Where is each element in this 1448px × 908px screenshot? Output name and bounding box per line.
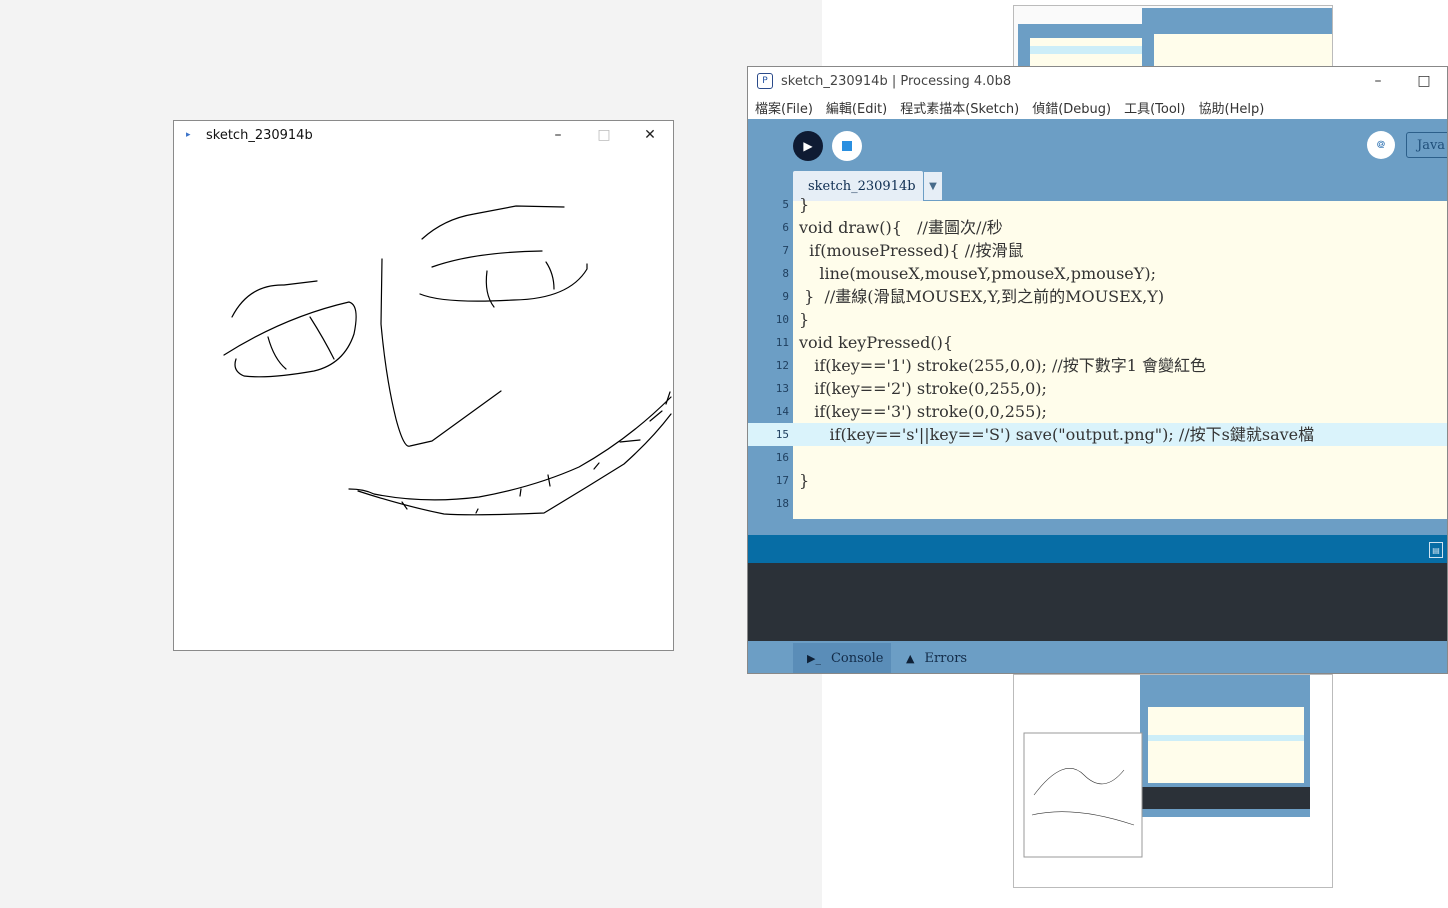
line-number: 9 (782, 290, 789, 303)
menu-file[interactable]: 檔案(File) (755, 98, 813, 117)
menu-sketch[interactable]: 程式素描本(Sketch) (900, 98, 1019, 117)
run-button[interactable]: ▶ (793, 131, 823, 161)
code-line: } //畫線(滑鼠MOUSEX,Y,到之前的MOUSEX,Y) (799, 287, 1165, 306)
line-number: 12 (775, 359, 789, 372)
background-window-thumbnail-top (1013, 5, 1333, 69)
errors-tab-label: Errors (924, 650, 968, 666)
line-number: 18 (775, 497, 789, 510)
stop-button[interactable] (832, 131, 862, 161)
code-line: } (799, 195, 810, 214)
menu-tool[interactable]: 工具(Tool) (1124, 98, 1185, 117)
code-line: void keyPressed(){ (799, 333, 953, 352)
line-number-gutter: 5 6 7 8 9 10 11 12 13 14 15 16 17 18 (748, 198, 793, 519)
sketch-titlebar: ▸ sketch_230914b – □ ✕ (174, 121, 673, 149)
line-number: 13 (775, 382, 789, 395)
menu-bar: 檔案(File) 編輯(Edit) 程式素描本(Sketch) 偵錯(Debug… (748, 95, 1447, 120)
sketch-drawing-canvas[interactable] (174, 149, 673, 650)
line-number: 8 (782, 267, 789, 280)
code-line: } (799, 471, 810, 490)
errors-tab[interactable]: ▲ Errors (906, 643, 967, 673)
processing-app-icon: ▸ (186, 130, 191, 140)
code-line: void draw(){ //畫圖次//秒 (799, 218, 1003, 237)
ide-maximize-button[interactable]: □ (1401, 67, 1447, 95)
ide-titlebar: P sketch_230914b | Processing 4.0b8 – □ (748, 67, 1447, 95)
line-number: 5 (782, 198, 789, 211)
menu-edit[interactable]: 編輯(Edit) (826, 98, 887, 117)
ide-window-title: sketch_230914b | Processing 4.0b8 (781, 73, 1012, 89)
processing-ide-window: P sketch_230914b | Processing 4.0b8 – □ … (747, 66, 1448, 674)
footer-tabs: ▶_ Console ▲ Errors (748, 641, 1447, 673)
line-number: 10 (775, 313, 789, 326)
console-area[interactable] (748, 563, 1447, 641)
debugger-icon: ᪤ (1376, 136, 1386, 151)
stop-icon (842, 141, 852, 151)
warning-icon: ▲ (906, 651, 915, 665)
menu-debug[interactable]: 偵錯(Debug) (1032, 98, 1111, 117)
debug-button[interactable]: ᪤ (1367, 131, 1395, 159)
mode-selector[interactable]: Java (1406, 132, 1447, 158)
console-tab[interactable]: ▶_ Console (793, 643, 891, 673)
sketch-window-title: sketch_230914b (206, 127, 313, 143)
maximize-button[interactable]: □ (581, 121, 627, 149)
console-toggle-icon[interactable]: ▤ (1429, 542, 1443, 558)
console-tab-label: Console (830, 650, 884, 666)
thumbnail-top-graphic (1014, 6, 1332, 68)
play-icon: ▶ (803, 139, 813, 153)
code-line-current: if(key=='s'||key=='S') save("output.png"… (793, 423, 1447, 446)
code-line: if(mousePressed){ //按滑鼠 (799, 241, 1024, 260)
minimize-button[interactable]: – (535, 121, 581, 149)
background-window-thumbnail-bottom (1013, 674, 1333, 888)
code-line: if(key=='3') stroke(0,0,255); (799, 402, 1047, 421)
thumbnail-bottom-graphic (1023, 675, 1330, 887)
ide-minimize-button[interactable]: – (1355, 67, 1401, 95)
line-number: 17 (775, 474, 789, 487)
close-button[interactable]: ✕ (627, 121, 673, 149)
sketch-window: ▸ sketch_230914b – □ ✕ (173, 120, 674, 651)
line-number-current: 15 (748, 423, 793, 446)
code-line: if(key=='2') stroke(0,255,0); (799, 379, 1047, 398)
terminal-icon: ▶_ (807, 651, 821, 665)
menu-help[interactable]: 協助(Help) (1199, 98, 1265, 117)
line-number: 16 (775, 451, 789, 464)
code-line: if(key=='1') stroke(255,0,0); //按下數字1 會變… (799, 356, 1207, 375)
line-number: 11 (775, 336, 789, 349)
line-number: 7 (782, 244, 789, 257)
code-line: } (799, 310, 810, 329)
processing-logo-icon: P (757, 73, 773, 89)
code-editor[interactable]: } void draw(){ //畫圖次//秒 if(mousePressed)… (793, 195, 1447, 519)
code-line: line(mouseX,mouseY,pmouseX,pmouseY); (799, 264, 1156, 283)
status-bar: ▤ (748, 535, 1447, 563)
line-number: 6 (782, 221, 789, 234)
line-number: 14 (775, 405, 789, 418)
editor-bottom-band (748, 519, 1447, 535)
